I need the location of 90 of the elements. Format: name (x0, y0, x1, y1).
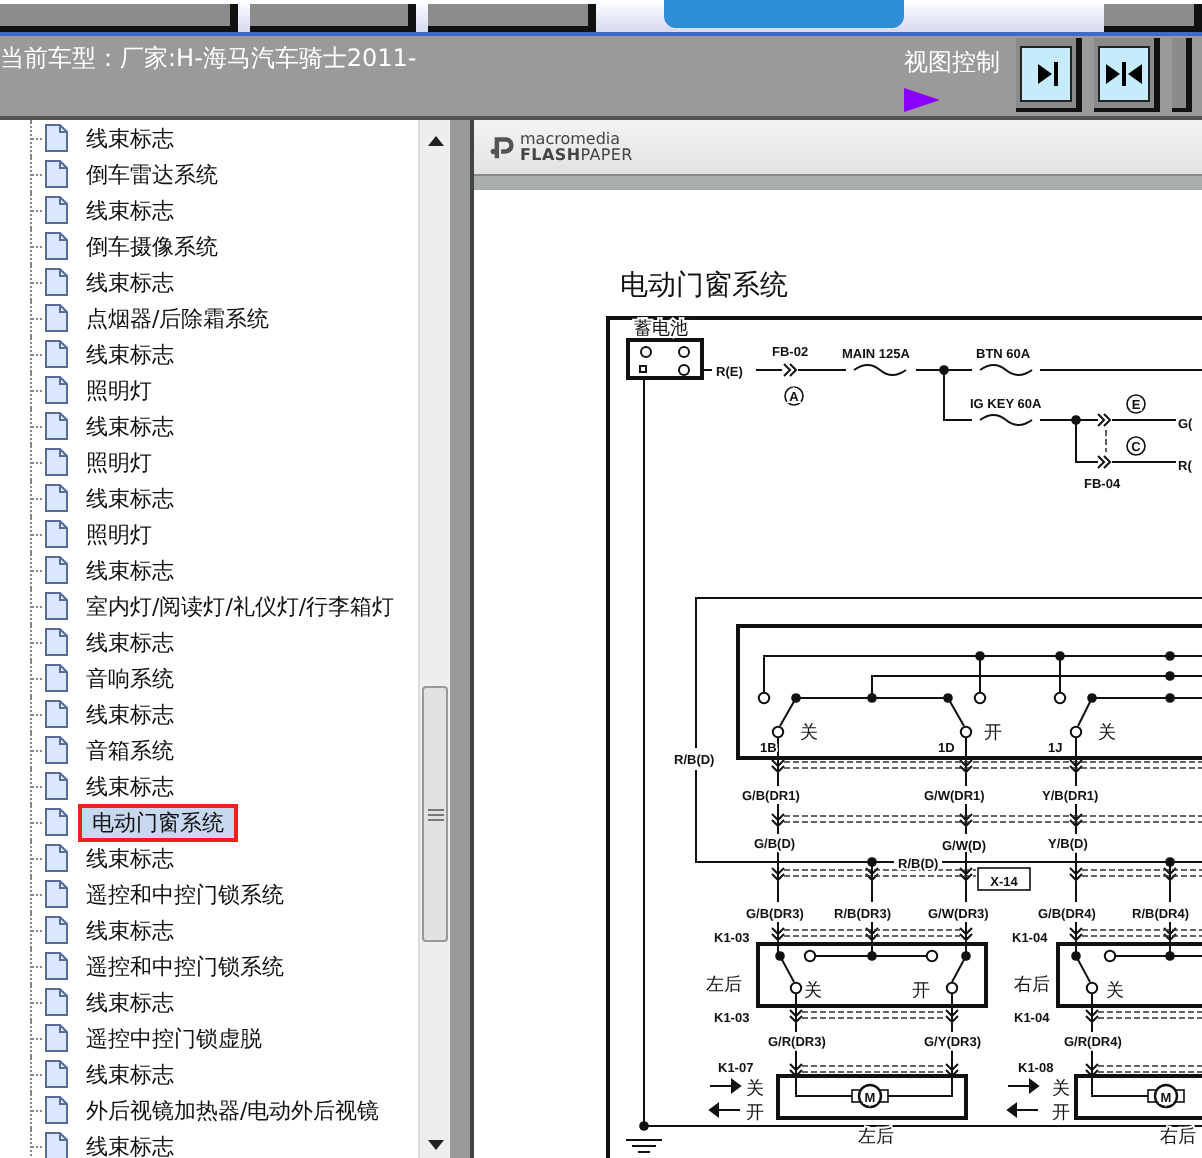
tree-item[interactable]: 线束标志 (78, 121, 182, 155)
document-icon (44, 628, 68, 656)
tree-item[interactable]: 线束标志 (78, 697, 182, 731)
tree-item[interactable]: 室内灯/阅读灯/礼仪灯/行李箱灯 (78, 589, 403, 623)
view-control-label: 视图控制 (904, 46, 1002, 80)
view-button[interactable] (1094, 38, 1160, 112)
tree-item[interactable]: 线束标志 (78, 337, 182, 371)
tree-item[interactable]: 线束标志 (78, 913, 182, 947)
vehicle-model-text: 当前车型：厂家:H-海马汽车骑士2011- (0, 42, 419, 76)
tree-item[interactable]: 遥控和中控门锁系统 (78, 949, 292, 983)
nav-button[interactable] (0, 4, 238, 32)
diagram-caption: 开 (984, 724, 1002, 744)
tree-item[interactable]: 线束标志 (78, 985, 182, 1019)
document-icon (44, 340, 68, 368)
document-icon (44, 916, 68, 944)
play-icon (904, 88, 940, 112)
tree-item[interactable]: 倒车雷达系统 (78, 157, 226, 191)
tree-item[interactable]: 线束标志 (78, 193, 182, 227)
document-icon (44, 1060, 68, 1088)
scroll-up-icon[interactable] (427, 136, 443, 146)
document-icon (44, 808, 68, 836)
tree-item[interactable]: 照明灯 (78, 445, 160, 479)
tree-item[interactable]: 线束标志 (78, 1057, 182, 1091)
tree-item[interactable]: 遥控和中控门锁系统 (78, 877, 292, 911)
split-view-icon (1104, 57, 1144, 89)
document-icon (44, 664, 68, 692)
tree-item[interactable]: 线束标志 (78, 841, 182, 875)
scrollbar[interactable] (418, 120, 450, 1158)
diagram-title: 电动门窗系统 (620, 270, 788, 302)
tree-item[interactable]: 电动门窗系统 (78, 803, 238, 841)
document-icon (44, 592, 68, 620)
document-icon (44, 1096, 68, 1124)
tree-item[interactable]: 线束标志 (78, 1129, 182, 1158)
diagram-caption: 右后 (1014, 976, 1050, 996)
view-button[interactable] (1016, 38, 1082, 112)
diagram-caption: 关 (746, 1080, 764, 1100)
document-icon (44, 232, 68, 260)
tree-item[interactable]: 倒车摄像系统 (78, 229, 226, 263)
document-icon (44, 556, 68, 584)
tree-item[interactable]: 音箱系统 (78, 733, 182, 767)
document-icon (44, 844, 68, 872)
tree-item[interactable]: 照明灯 (78, 373, 160, 407)
diagram-caption: 开 (746, 1104, 764, 1124)
nav-button[interactable] (1104, 4, 1202, 32)
tree-item[interactable]: 线束标志 (78, 769, 182, 803)
document-icon (44, 1132, 68, 1158)
tree-item[interactable]: 点烟器/后除霜系统 (78, 301, 278, 335)
flashpaper-logo-text: macromedia FLASHPAPER (520, 131, 633, 163)
document-icon (44, 484, 68, 512)
document-icon (44, 700, 68, 728)
tree-item[interactable]: 照明灯 (78, 517, 160, 551)
tree-item[interactable]: 音响系统 (78, 661, 182, 695)
nav-button[interactable] (250, 4, 416, 32)
document-icon (44, 376, 68, 404)
document-icon (44, 304, 68, 332)
document-icon (44, 520, 68, 548)
document-icon (44, 988, 68, 1016)
tree-item[interactable]: 遥控中控门锁虚脱 (78, 1021, 270, 1055)
scroll-thumb[interactable] (422, 686, 448, 942)
diagram-caption: 蓄电池 (634, 320, 688, 340)
diagram-caption: 左后 (706, 976, 742, 996)
tree-item[interactable]: 线束标志 (78, 265, 182, 299)
diagram-caption: 关 (804, 982, 822, 1002)
diagram-caption: 左后 (858, 1128, 894, 1148)
document-icon (44, 448, 68, 476)
tree-item[interactable]: 线束标志 (78, 481, 182, 515)
tree-item[interactable]: 线束标志 (78, 625, 182, 659)
flashpaper-logo-icon (490, 135, 514, 159)
document-icon (44, 1024, 68, 1052)
nav-button[interactable] (428, 4, 596, 32)
diagram-caption: 关 (800, 724, 818, 744)
scroll-down-icon[interactable] (427, 1140, 443, 1150)
diagram-caption: 关 (1052, 1080, 1070, 1100)
diagram-caption: 关 (1106, 982, 1124, 1002)
tree-item[interactable]: 外后视镜加热器/电动外后视镜 (78, 1093, 388, 1127)
document-icon (44, 268, 68, 296)
document-icon (44, 736, 68, 764)
document-icon (44, 412, 68, 440)
diagram-caption: 右后 (1160, 1128, 1196, 1148)
diagram-caption: 开 (1052, 1104, 1070, 1124)
diagram-caption: 开 (912, 982, 930, 1002)
tree-item[interactable]: 线束标志 (78, 553, 182, 587)
tree-item[interactable]: 线束标志 (78, 409, 182, 443)
diagram-caption: 关 (1098, 724, 1116, 744)
document-icon (44, 772, 68, 800)
document-icon (44, 160, 68, 188)
document-icon (44, 196, 68, 224)
document-icon (44, 124, 68, 152)
document-icon (44, 880, 68, 908)
document-icon (44, 952, 68, 980)
